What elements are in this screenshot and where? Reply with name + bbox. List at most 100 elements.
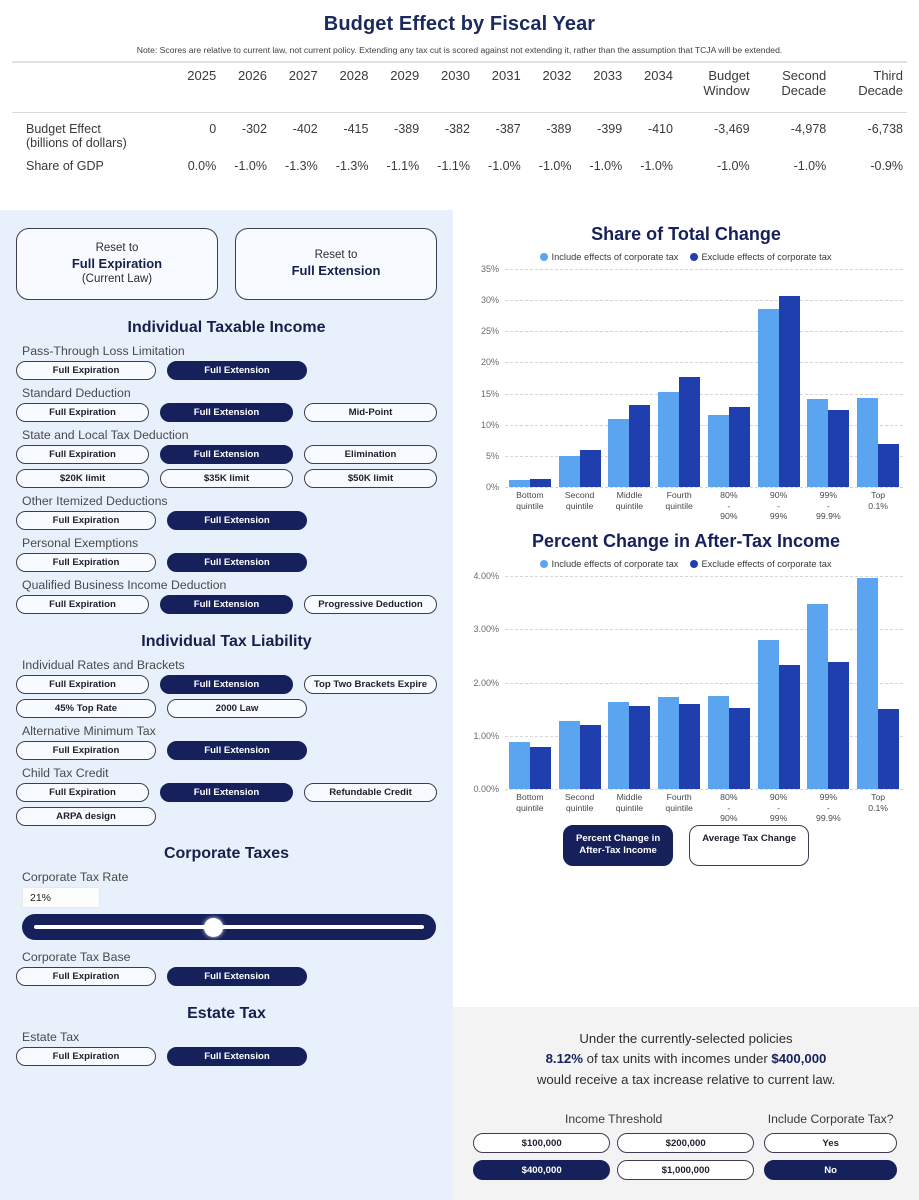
- bar-include-corporate-tax: [707, 415, 729, 487]
- option-button[interactable]: Full Expiration: [16, 511, 156, 530]
- chart-title: Share of Total Change: [591, 224, 781, 244]
- option-button[interactable]: Full Extension: [160, 675, 293, 694]
- option-button[interactable]: Progressive Deduction: [304, 595, 437, 614]
- column-header: 2025: [187, 68, 217, 83]
- x-axis-label: Middle quintile: [615, 792, 644, 813]
- slider-thumb[interactable]: [204, 917, 224, 937]
- policy-controls-panel: Reset to Full Expiration (Current Law) R…: [0, 210, 453, 1200]
- option-button[interactable]: 2000 Law: [167, 699, 307, 718]
- section-heading: Corporate Taxes: [163, 845, 290, 862]
- control-group-alternative-minimum-tax: Alternative Minimum Tax Full Expiration Fu…: [16, 724, 437, 760]
- option-button[interactable]: Full Extension: [167, 967, 307, 986]
- bar-group: [654, 576, 704, 789]
- table-cell: -410: [647, 122, 673, 136]
- option-button[interactable]: Full Expiration: [16, 595, 149, 614]
- control-group-label: Child Tax Credit: [22, 766, 109, 780]
- option-button[interactable]: Full Expiration: [16, 445, 149, 464]
- option-button[interactable]: Full Expiration: [16, 361, 156, 380]
- include-corporate-tax-option[interactable]: No: [764, 1160, 898, 1181]
- option-button[interactable]: Full Extension: [167, 741, 307, 760]
- bar-exclude-corporate-tax: [778, 295, 800, 487]
- table-cell: -4,978: [790, 122, 827, 136]
- x-axis-label: Middle quintile: [615, 490, 644, 511]
- table-cell: -1.0%: [589, 159, 623, 173]
- table-cell: -1.0%: [234, 159, 267, 173]
- option-button[interactable]: Full Extension: [167, 1047, 307, 1066]
- row-label: Budget Effect (billions of dollars): [26, 122, 127, 150]
- column-header: 2032: [542, 68, 572, 83]
- x-axis-label: Second quintile: [564, 490, 595, 511]
- option-button[interactable]: Full Extension: [160, 445, 293, 464]
- bar-exclude-corporate-tax: [579, 449, 601, 487]
- bars-container: [505, 269, 903, 487]
- option-button[interactable]: Mid-Point: [304, 403, 437, 422]
- bar-include-corporate-tax: [658, 392, 680, 487]
- option-button[interactable]: Full Expiration: [16, 1047, 156, 1066]
- option-button[interactable]: Refundable Credit: [304, 783, 437, 802]
- summary-mid-text: of tax units with incomes under: [583, 1051, 772, 1067]
- corporate-tax-rate-slider[interactable]: [22, 914, 436, 940]
- bar-include-corporate-tax: [508, 479, 530, 487]
- bar-include-corporate-tax: [508, 742, 530, 789]
- chart-metric-tab[interactable]: Percent Change in After-Tax Income: [562, 825, 674, 866]
- column-header: 2029: [390, 68, 420, 83]
- summary-percent: 8.12%: [545, 1051, 583, 1067]
- bar-group: [804, 269, 854, 487]
- summary-line-3: would receive a tax increase relative to…: [536, 1071, 836, 1087]
- summary-line-2: 8.12% of tax units with incomes under $4…: [469, 1049, 903, 1069]
- option-button[interactable]: 45% Top Rate: [16, 699, 156, 718]
- legend-label-include: Include effects of corporate tax: [551, 252, 679, 262]
- option-button[interactable]: Full Extension: [160, 595, 293, 614]
- option-button[interactable]: $50K limit: [304, 469, 437, 488]
- reset-to-full-expiration-button[interactable]: Reset to Full Expiration (Current Law): [16, 228, 218, 300]
- option-button[interactable]: Full Extension: [160, 783, 293, 802]
- option-button[interactable]: Full Expiration: [16, 967, 156, 986]
- reset-to-full-extension-button[interactable]: Reset to Full Extension: [235, 228, 437, 300]
- income-threshold-option[interactable]: $1,000,000: [617, 1160, 755, 1181]
- option-button[interactable]: Full Expiration: [16, 553, 156, 572]
- include-corporate-tax-option[interactable]: Yes: [764, 1133, 898, 1154]
- income-threshold-options: $100,000 $200,000 $400,000 $1,000,000: [469, 1133, 758, 1181]
- table-cell: -402: [292, 122, 318, 136]
- income-threshold-option[interactable]: $100,000: [473, 1133, 611, 1154]
- row-label: Share of GDP: [26, 159, 104, 173]
- x-axis-label: 80% -90%: [720, 792, 738, 824]
- bar-include-corporate-tax: [658, 697, 680, 789]
- y-axis-tick: 25%: [480, 326, 499, 337]
- table-cell: -1.0%: [716, 159, 750, 173]
- legend-item-exclude: Exclude effects of corporate tax: [690, 559, 832, 569]
- bar-exclude-corporate-tax: [828, 410, 850, 487]
- option-button[interactable]: $20K limit: [16, 469, 149, 488]
- control-group-pass-through-loss-limitation: Pass-Through Loss Limitation Full Expirat…: [16, 344, 437, 380]
- y-axis-tick: 30%: [480, 295, 499, 306]
- option-button[interactable]: Full Expiration: [16, 741, 156, 760]
- legend-swatch-include: [540, 560, 549, 568]
- option-button[interactable]: Full Expiration: [16, 675, 149, 694]
- corporate-tax-rate-input[interactable]: 21%: [22, 887, 100, 908]
- column-header: 2026: [238, 68, 267, 83]
- legend-item-include: Include effects of corporate tax: [540, 252, 678, 262]
- chart-metric-tab[interactable]: Average Tax Change: [689, 825, 810, 866]
- option-button[interactable]: Full Extension: [167, 511, 307, 530]
- option-button[interactable]: ARPA design: [16, 807, 156, 826]
- option-button[interactable]: $35K limit: [160, 469, 293, 488]
- option-button[interactable]: Full Extension: [167, 361, 307, 380]
- reset-buttons-row: Reset to Full Expiration (Current Law) R…: [16, 228, 437, 300]
- option-button[interactable]: Top Two Brackets Expire: [304, 675, 437, 694]
- income-threshold-option[interactable]: $400,000: [473, 1160, 611, 1181]
- y-axis-tick: 2.00%: [473, 677, 499, 688]
- table-cell: -1.0%: [488, 159, 521, 173]
- option-button[interactable]: Full Expiration: [16, 403, 149, 422]
- bar-include-corporate-tax: [707, 695, 729, 789]
- bar-group: [853, 576, 903, 789]
- control-group-label: Individual Rates and Brackets: [22, 658, 185, 672]
- option-button[interactable]: Full Extension: [160, 403, 293, 422]
- option-button[interactable]: Elimination: [304, 445, 437, 464]
- control-group-child-tax-credit: Child Tax Credit Full Expiration Full Exte…: [16, 766, 437, 826]
- option-button[interactable]: Full Expiration: [16, 783, 149, 802]
- option-button[interactable]: Full Extension: [167, 553, 307, 572]
- income-threshold-option[interactable]: $200,000: [617, 1133, 755, 1154]
- control-group-individual-rates-and-brackets: Individual Rates and Brackets Full Expira…: [16, 658, 437, 718]
- y-axis-tick: 1.00%: [473, 730, 499, 741]
- control-group-label: Alternative Minimum Tax: [22, 724, 156, 738]
